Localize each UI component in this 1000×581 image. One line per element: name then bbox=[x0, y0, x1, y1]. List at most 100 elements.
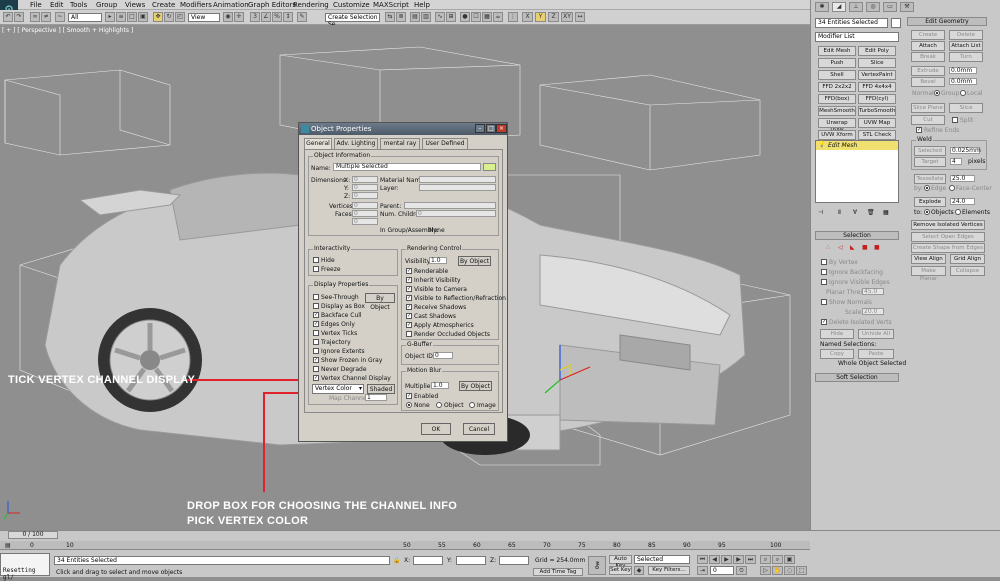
coord-y-field[interactable] bbox=[456, 556, 486, 565]
modify-tab-icon[interactable]: ◢ bbox=[832, 2, 846, 12]
scale-icon[interactable]: ◰ bbox=[175, 12, 185, 22]
tessellate-button[interactable]: Tessellate bbox=[914, 174, 946, 184]
vertex-ticks-checkbox[interactable] bbox=[313, 330, 319, 336]
cast-shadows-checkbox[interactable]: ✓ bbox=[406, 313, 412, 319]
spinner-snap-icon[interactable]: ↕ bbox=[283, 12, 293, 22]
lock-icon[interactable]: 🔒 bbox=[393, 557, 400, 564]
lightbulb-icon[interactable]: 💡 bbox=[818, 141, 825, 148]
display-tab-icon[interactable]: ▭ bbox=[883, 2, 897, 12]
ignore-extents-checkbox[interactable] bbox=[313, 348, 319, 354]
meshsmooth-button[interactable]: MeshSmooth bbox=[818, 106, 856, 116]
unwrap-uvw-button[interactable]: Unwrap UVW bbox=[818, 118, 856, 134]
select-object-icon[interactable]: ▸ bbox=[105, 12, 115, 22]
collapse-button[interactable]: Collapse bbox=[950, 266, 985, 276]
delete-isolated-checkbox[interactable]: ✓ bbox=[821, 319, 827, 325]
name-field[interactable]: Multiple Selected bbox=[333, 163, 481, 171]
backface-cull-checkbox[interactable]: ✓ bbox=[313, 312, 319, 318]
reference-coordinate-dropdown[interactable]: View bbox=[188, 13, 220, 22]
menu-graph-editors[interactable]: Graph Editors bbox=[248, 1, 296, 9]
tab-mental-ray[interactable]: mental ray bbox=[380, 138, 420, 149]
group-radio[interactable] bbox=[934, 90, 940, 96]
menu-group[interactable]: Group bbox=[96, 1, 117, 9]
vertex-level-icon[interactable]: ∴ bbox=[826, 244, 830, 251]
channel-dropdown[interactable]: Vertex Color ▾ bbox=[312, 384, 364, 394]
fov-icon[interactable]: ▷ bbox=[760, 566, 771, 575]
key-set-dropdown[interactable]: Selected bbox=[634, 555, 690, 564]
face-center-radio[interactable] bbox=[949, 185, 955, 191]
attach-button[interactable]: Attach bbox=[911, 41, 945, 51]
play-icon[interactable]: ▶ bbox=[721, 555, 732, 564]
hide-checkbox[interactable] bbox=[313, 257, 319, 263]
vertexpaint-button[interactable]: VertexPaint bbox=[858, 70, 896, 80]
object-id-field[interactable]: 0 bbox=[433, 352, 453, 359]
rotate-icon[interactable]: ↻ bbox=[164, 12, 174, 22]
material-editor-icon[interactable]: ● bbox=[460, 12, 470, 22]
menu-edit[interactable]: Edit bbox=[50, 1, 64, 9]
remove-isolated-button[interactable]: Remove Isolated Vertices bbox=[911, 220, 985, 230]
vertex-channel-display-checkbox[interactable]: ✓ bbox=[313, 375, 319, 381]
delete-button[interactable]: Delete bbox=[949, 30, 983, 40]
selection-name-field[interactable]: 34 Entities Selected bbox=[815, 18, 888, 28]
weld-target-field[interactable]: 4 bbox=[950, 158, 962, 165]
break-button[interactable]: Break bbox=[911, 52, 945, 62]
toolbar-extra-icon[interactable]: ⋮ bbox=[508, 12, 518, 22]
selection-rollout-header[interactable]: Selection bbox=[815, 231, 899, 240]
maxscript-listener[interactable]: Resetting gl/ bbox=[0, 553, 50, 581]
close-button[interactable]: × bbox=[496, 124, 507, 133]
visibility-field[interactable]: 1.0 bbox=[429, 257, 447, 264]
multiplier-field[interactable]: 1.0 bbox=[431, 382, 449, 389]
create-tab-icon[interactable]: ✱ bbox=[815, 2, 829, 12]
window-crossing-icon[interactable]: ▣ bbox=[138, 12, 148, 22]
menu-views[interactable]: Views bbox=[125, 1, 145, 9]
motion-tab-icon[interactable]: ◎ bbox=[866, 2, 880, 12]
slice-plane-button[interactable]: Slice Plane bbox=[911, 103, 945, 113]
display-by-object-button[interactable]: By Object bbox=[365, 293, 395, 311]
unlink-icon[interactable]: ≠ bbox=[41, 12, 51, 22]
edges-only-checkbox[interactable]: ✓ bbox=[313, 321, 319, 327]
stl-check-button[interactable]: STL Check bbox=[858, 130, 896, 140]
element-level-icon[interactable]: ■ bbox=[874, 244, 880, 251]
hide-button[interactable]: Hide bbox=[820, 329, 854, 339]
grid-align-button[interactable]: Grid Align bbox=[950, 254, 985, 264]
push-button[interactable]: Push bbox=[818, 58, 856, 68]
select-open-edges-button[interactable]: Select Open Edges bbox=[911, 232, 985, 242]
visible-to-reflection-checkbox[interactable]: ✓ bbox=[406, 295, 412, 301]
elements-radio[interactable] bbox=[955, 209, 961, 215]
menu-create[interactable]: Create bbox=[152, 1, 175, 9]
utilities-tab-icon[interactable]: ⚒ bbox=[900, 2, 914, 12]
axis-z-button[interactable]: Z bbox=[548, 12, 559, 22]
key-mode-icon[interactable]: ◆ bbox=[634, 566, 644, 575]
freeze-checkbox[interactable] bbox=[313, 266, 319, 272]
menu-tools[interactable]: Tools bbox=[70, 1, 87, 9]
tab-general[interactable]: General bbox=[304, 138, 332, 149]
graphite-icon[interactable]: ▥ bbox=[421, 12, 431, 22]
ffd-box-button[interactable]: FFD(box) bbox=[818, 94, 856, 104]
show-frozen-checkbox[interactable]: ✓ bbox=[313, 357, 319, 363]
see-through-checkbox[interactable] bbox=[313, 294, 319, 300]
pan-icon[interactable]: ✋ bbox=[772, 566, 783, 575]
ignore-backfacing-checkbox[interactable] bbox=[821, 269, 827, 275]
redo-icon[interactable]: ↷ bbox=[14, 12, 24, 22]
tab-user-defined[interactable]: User Defined bbox=[422, 138, 468, 149]
axis-x-button[interactable]: X bbox=[522, 12, 533, 22]
blur-enabled-checkbox[interactable]: ✓ bbox=[406, 393, 412, 399]
blur-object-radio[interactable] bbox=[436, 402, 442, 408]
set-key-icon[interactable]: ⚷ bbox=[588, 556, 606, 575]
cut-button[interactable]: Cut bbox=[911, 115, 945, 125]
coord-z-field[interactable] bbox=[499, 556, 529, 565]
zoom-extents-icon[interactable]: ▣ bbox=[784, 555, 795, 564]
planar-thresh-field[interactable]: 45.0 bbox=[862, 288, 884, 295]
ffd-2x2x2-button[interactable]: FFD 2x2x2 bbox=[818, 82, 856, 92]
ignore-visible-checkbox[interactable] bbox=[821, 279, 827, 285]
show-end-result-icon[interactable]: Ⅱ bbox=[838, 209, 841, 216]
inherit-visibility-checkbox[interactable]: ✓ bbox=[406, 277, 412, 283]
object-color-swatch[interactable] bbox=[483, 163, 496, 171]
set-key-button[interactable]: Set Key bbox=[609, 566, 632, 575]
polygon-level-icon[interactable]: ■ bbox=[862, 244, 868, 251]
curve-editor-icon[interactable]: ∿ bbox=[435, 12, 445, 22]
map-channel-field[interactable]: 1 bbox=[365, 394, 387, 401]
slice-button[interactable]: Slice bbox=[858, 58, 896, 68]
render-icon[interactable]: ☕ bbox=[493, 12, 503, 22]
key-mode-toggle-icon[interactable]: ⇥ bbox=[697, 566, 708, 575]
pin-stack-icon[interactable]: ⊣ bbox=[818, 209, 823, 216]
